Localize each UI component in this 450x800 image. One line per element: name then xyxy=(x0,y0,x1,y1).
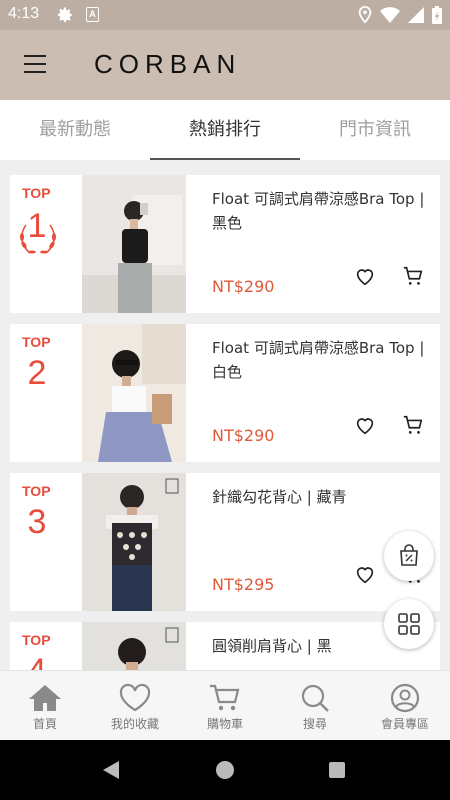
nav-home[interactable]: 首頁 xyxy=(0,671,90,740)
tab-bar: 最新動態 熱銷排行 門市資訊 xyxy=(0,100,450,160)
tab-store-info[interactable]: 門市資訊 xyxy=(300,100,450,160)
tab-best-sellers[interactable]: 熱銷排行 xyxy=(150,100,300,160)
status-time: 4:13 xyxy=(8,5,40,22)
product-photo[interactable] xyxy=(82,324,186,462)
discount-bag-icon xyxy=(400,544,418,566)
signal-icon xyxy=(408,7,424,23)
nav-label: 會員專區 xyxy=(380,717,429,731)
cart-icon xyxy=(210,684,240,711)
laurel-icon xyxy=(20,224,56,254)
product-list: TOP 1 Float 可調式肩帶涼感Bra Top | 黑色 NT$290 T… xyxy=(0,160,450,670)
search-icon xyxy=(301,684,329,712)
product-name[interactable]: Float 可調式肩帶涼感Bra Top | 白色 xyxy=(212,336,430,384)
recents-icon[interactable] xyxy=(328,761,346,779)
product-price: NT$295 xyxy=(212,575,275,594)
product-photo[interactable] xyxy=(82,473,186,611)
app-notification-icon: A xyxy=(86,7,99,22)
heart-icon[interactable] xyxy=(354,563,376,585)
menu-icon[interactable] xyxy=(24,55,46,75)
nav-label: 搜尋 xyxy=(302,717,327,731)
product-name[interactable]: Float 可調式肩帶涼感Bra Top | 黑色 xyxy=(212,187,430,235)
nav-label: 購物車 xyxy=(206,717,243,731)
nav-label: 首頁 xyxy=(32,717,57,731)
coupon-button[interactable] xyxy=(384,531,434,581)
rank-number: 4 xyxy=(10,652,64,670)
home-icon xyxy=(29,685,61,711)
rank-top-label: TOP xyxy=(22,334,51,350)
rank-number: 3 xyxy=(27,503,47,541)
product-price: NT$290 xyxy=(212,426,275,445)
product-photo[interactable] xyxy=(82,622,186,670)
status-bar: 4:13 A xyxy=(0,0,450,30)
brand-logo: CORBAN xyxy=(94,49,242,79)
nav-cart[interactable]: 購物車 xyxy=(180,671,270,740)
bottom-nav: 首頁 我的收藏 購物車 搜尋 會員專區 xyxy=(0,670,450,740)
wifi-icon xyxy=(380,7,400,23)
grid-icon xyxy=(398,613,420,635)
categories-button[interactable] xyxy=(384,599,434,649)
app-header: CORBAN xyxy=(0,30,450,100)
rank-top-label: TOP xyxy=(22,483,51,499)
tab-latest-news[interactable]: 最新動態 xyxy=(0,100,150,160)
nav-account[interactable]: 會員專區 xyxy=(360,671,450,740)
status-icons xyxy=(358,6,442,24)
cart-icon[interactable] xyxy=(402,414,424,436)
product-card[interactable]: TOP 1 Float 可調式肩帶涼感Bra Top | 黑色 NT$290 xyxy=(10,175,440,313)
account-icon xyxy=(390,683,420,713)
product-card[interactable]: TOP 3 針織勾花背心 | 藏青 NT$295 xyxy=(10,473,440,611)
rank-top-label: TOP xyxy=(22,632,51,648)
nav-favorites[interactable]: 我的收藏 xyxy=(90,671,180,740)
cart-icon[interactable] xyxy=(402,265,424,287)
rank-number: 2 xyxy=(27,354,47,392)
battery-icon xyxy=(432,6,442,24)
system-nav-bar xyxy=(0,740,450,800)
product-card[interactable]: TOP 4 圓領削肩背心 | 黑 xyxy=(10,622,440,670)
home-circle-icon[interactable] xyxy=(215,760,235,780)
gear-icon xyxy=(56,6,74,28)
rank-top-label: TOP xyxy=(22,185,51,201)
product-card[interactable]: TOP 2 Float 可調式肩帶涼感Bra Top | 白色 NT$290 xyxy=(10,324,440,462)
product-photo[interactable] xyxy=(82,175,186,313)
nav-label: 我的收藏 xyxy=(110,717,159,731)
heart-icon xyxy=(119,683,151,712)
nav-search[interactable]: 搜尋 xyxy=(270,671,360,740)
heart-icon[interactable] xyxy=(354,265,376,287)
back-icon[interactable] xyxy=(101,760,121,780)
product-name[interactable]: 針織勾花背心 | 藏青 xyxy=(212,485,430,509)
product-price: NT$290 xyxy=(212,277,275,296)
heart-icon[interactable] xyxy=(354,414,376,436)
location-icon xyxy=(358,6,372,24)
